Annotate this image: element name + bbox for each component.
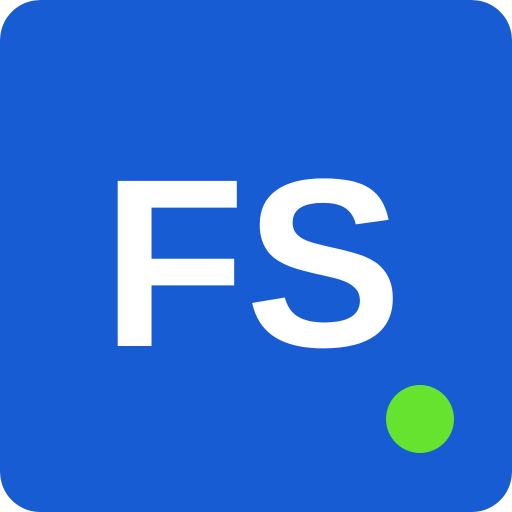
logo-graphic: FS xyxy=(0,0,512,512)
status-dot-icon xyxy=(386,385,454,453)
logo-monogram: FS xyxy=(102,129,402,397)
app-logo: FS xyxy=(0,0,512,512)
